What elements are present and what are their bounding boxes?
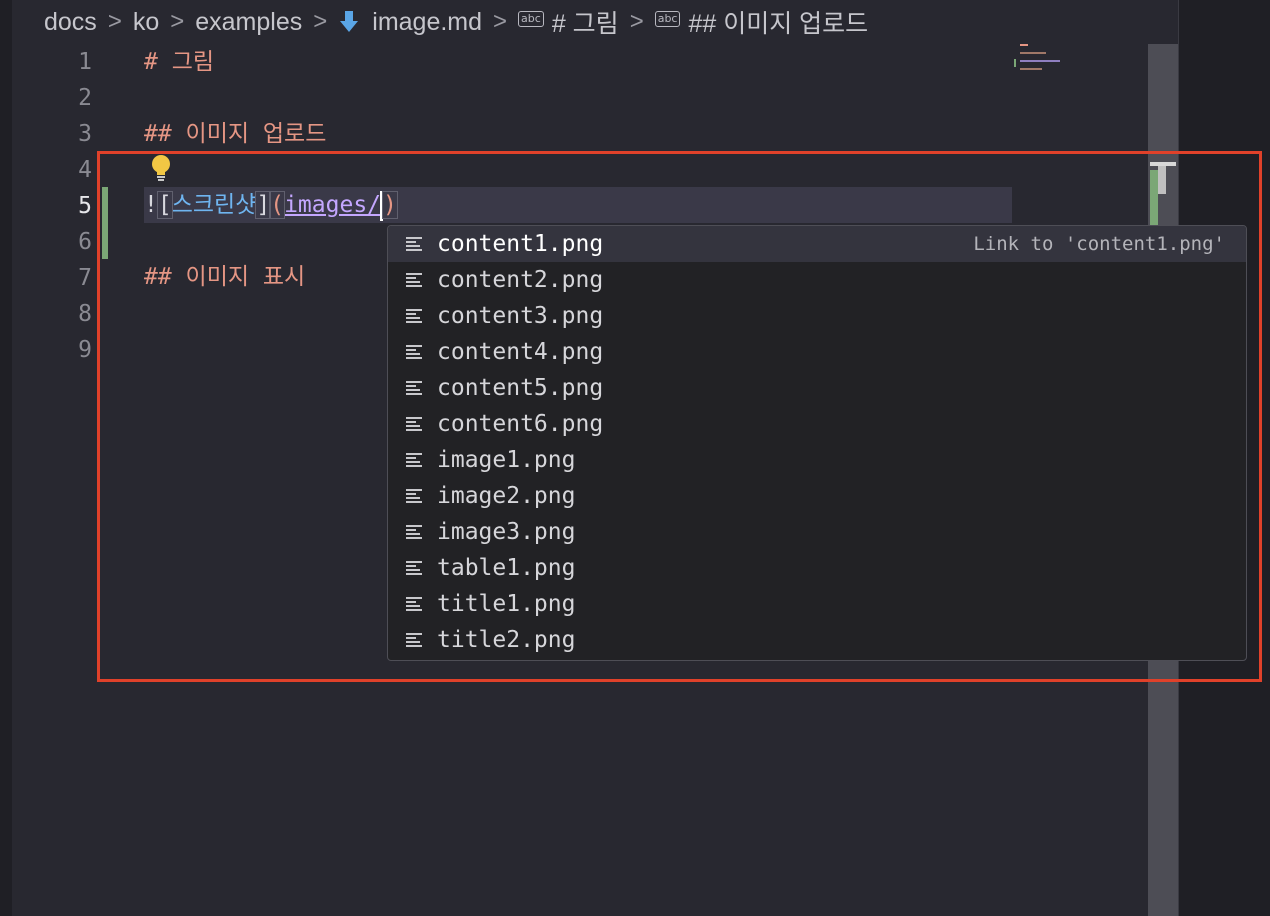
minimap-line [1020,68,1042,70]
breadcrumb-separator: > [493,8,508,35]
breadcrumb-item-heading2[interactable]: ## 이미지 업로드 [688,4,868,40]
line-number: 9 [78,337,92,363]
line-number: 2 [78,85,92,111]
minimap-line [1014,59,1016,67]
abc-symbol-icon: abc [654,11,681,27]
minimap-line [1020,44,1028,46]
markdown-icon [340,11,359,32]
breadcrumb-separator: > [629,8,644,35]
code-line-1[interactable]: # 그림 [144,44,214,80]
line-number: 1 [78,49,92,75]
minimap-line [1020,60,1060,62]
line-number: 4 [78,157,92,183]
breadcrumb-item-examples[interactable]: examples [195,8,302,37]
breadcrumb-separator: > [170,8,185,35]
line-number: 6 [78,229,92,255]
line-number-active: 5 [78,193,92,219]
breadcrumb-separator: > [313,8,328,35]
annotation-highlight-box [97,151,1262,682]
breadcrumb: docs > ko > examples > image.md > abc # … [44,0,1170,44]
abc-symbol-icon: abc [518,11,544,27]
breadcrumb-item-docs[interactable]: docs [44,8,97,37]
breadcrumb-item-ko[interactable]: ko [133,8,159,37]
breadcrumb-item-file[interactable]: image.md [372,8,482,37]
breadcrumb-separator: > [107,8,122,35]
line-number: 8 [78,301,92,327]
minimap-line [1020,52,1046,54]
breadcrumb-item-heading1[interactable]: # 그림 [552,4,619,40]
minimap[interactable] [1014,42,1076,82]
line-number: 3 [78,121,92,147]
code-line-3[interactable]: ## 이미지 업로드 [144,116,326,152]
line-number: 7 [78,265,92,291]
